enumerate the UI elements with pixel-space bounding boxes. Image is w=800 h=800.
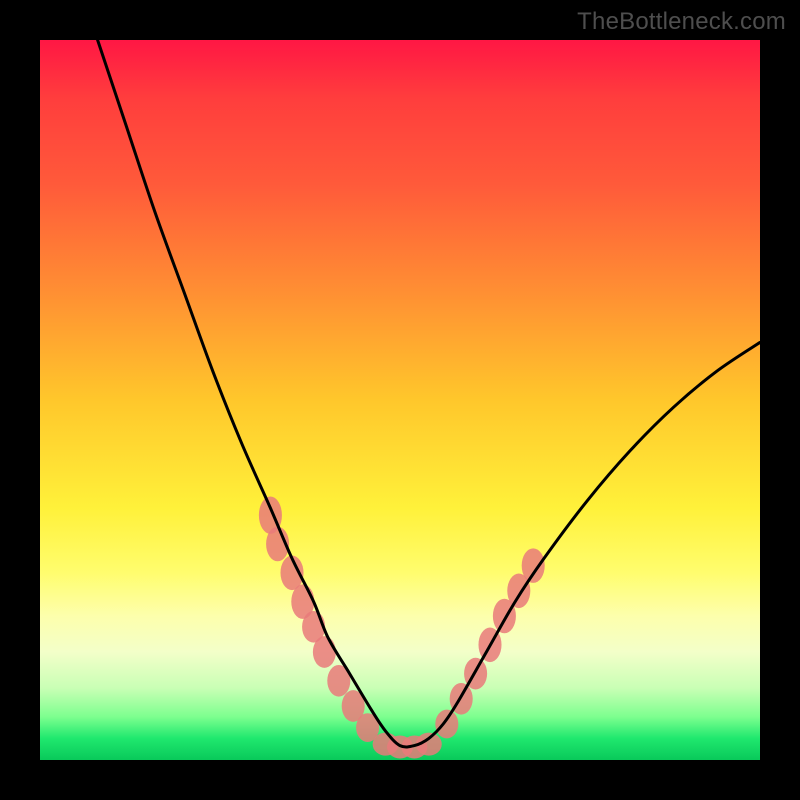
data-marker <box>435 710 458 739</box>
data-marker <box>522 548 545 583</box>
curve-svg <box>40 40 760 760</box>
watermark-text: TheBottleneck.com <box>577 8 786 36</box>
chart-frame: TheBottleneck.com <box>0 0 800 800</box>
data-marker <box>313 636 336 668</box>
plot-area <box>40 40 760 760</box>
bottleneck-curve <box>98 40 760 747</box>
